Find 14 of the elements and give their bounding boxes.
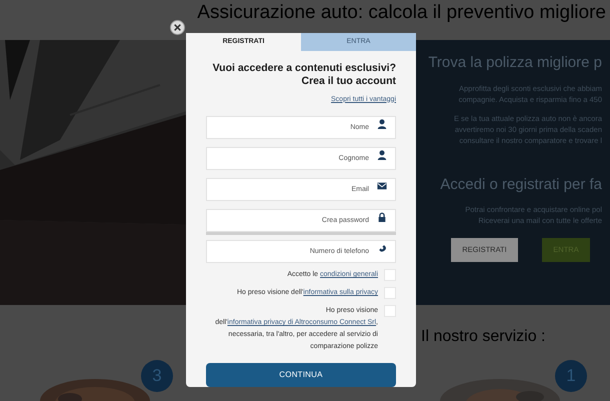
panel-heading: Trova la polizza migliore p [428,53,602,73]
user-icon [377,150,387,160]
checkbox[interactable] [384,269,396,281]
panel-heading: Accedi o registrati per fa [440,174,602,194]
lock-icon [377,212,387,222]
dialog-heading: Vuoi accedere a contenuti esclusivi? Crea il tuo account [212,62,396,88]
user-icon [377,119,387,129]
page-title: Assicurazione auto: calcola il preventivo migliore [197,2,606,24]
phone-icon [377,243,387,253]
continue-button[interactable]: CONTINUA [206,363,396,387]
checkbox[interactable] [384,287,396,299]
close-icon [174,24,181,31]
section-heading: Il nostro servizio : [421,327,546,347]
checkbox[interactable] [384,305,396,317]
